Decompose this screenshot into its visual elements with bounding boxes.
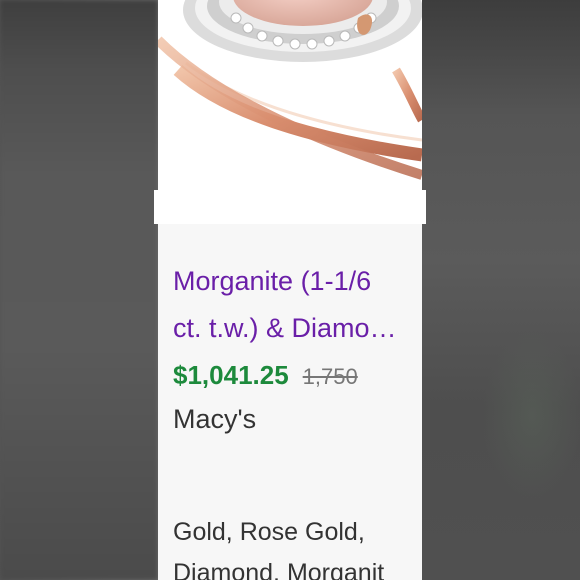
original-price: 1,750 xyxy=(302,364,358,389)
product-image[interactable] xyxy=(158,0,422,190)
product-info: Morganite (1-1/6 ct. t.w.) & Diamo… $1,0… xyxy=(173,258,418,435)
price-row: $1,041.25 1,750 xyxy=(173,360,418,396)
tags-line: Diamond, Morganit xyxy=(173,559,385,580)
ring-image xyxy=(158,0,422,180)
product-title-line: ct. t.w.) & Diamo… xyxy=(173,313,397,343)
tags-line: Gold, Rose Gold, xyxy=(173,518,365,546)
blurred-background-right xyxy=(422,0,580,580)
screen-background: Morganite (1-1/6 ct. t.w.) & Diamo… $1,0… xyxy=(0,0,580,580)
product-title-line: Morganite (1-1/6 xyxy=(173,266,372,296)
sale-price: $1,041.25 xyxy=(173,360,289,390)
store-name: Macy's xyxy=(173,404,257,434)
product-card[interactable]: Morganite (1-1/6 ct. t.w.) & Diamo… $1,0… xyxy=(154,0,426,580)
blurred-background-left xyxy=(0,0,158,580)
product-title[interactable]: Morganite (1-1/6 ct. t.w.) & Diamo… xyxy=(173,258,418,352)
product-tags: Gold, Rose Gold, Diamond, Morganit xyxy=(173,512,423,580)
image-divider xyxy=(154,190,426,224)
